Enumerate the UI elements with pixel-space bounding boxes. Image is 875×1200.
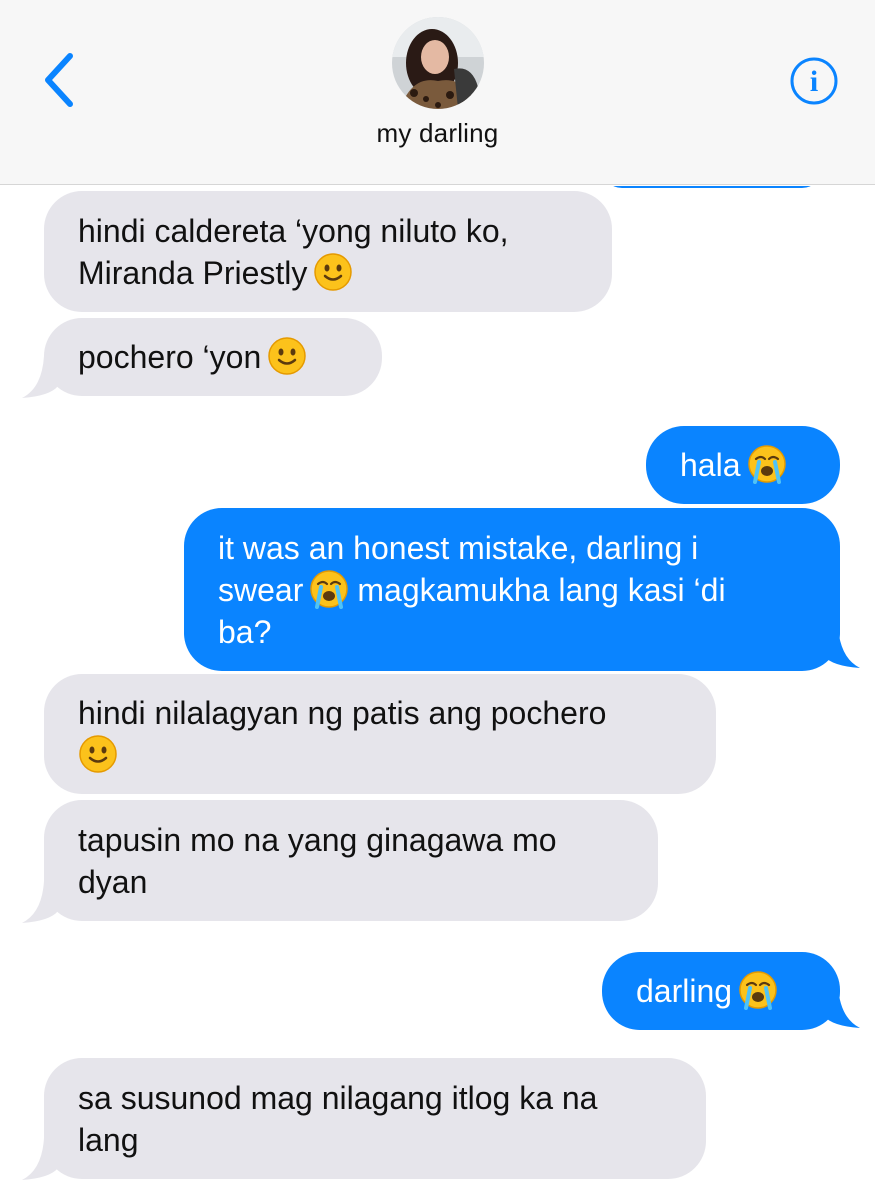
slightly-smiling-face-icon <box>268 337 306 375</box>
back-button[interactable] <box>38 50 82 110</box>
bubble-tail <box>22 881 58 923</box>
slightly-smiling-face-icon <box>79 735 117 773</box>
bubble-tail <box>22 1138 58 1180</box>
bubble-tail <box>824 986 860 1028</box>
partial-sent-bubble <box>602 186 822 188</box>
contact-avatar[interactable] <box>392 17 484 109</box>
message-text: hindi nilalagyan ng patis ang pochero <box>78 692 606 776</box>
sent-message[interactable]: it was an honest mistake, darling i swea… <box>184 508 840 671</box>
message-text: pochero ‘yon <box>78 336 307 378</box>
message-text: darling <box>636 970 778 1012</box>
bubble-tail <box>22 356 58 398</box>
message-text: tapusin mo na yang ginagawa mo dyan <box>78 821 557 900</box>
message-text: sa susunod mag nilagang itlog ka na lang <box>78 1079 598 1158</box>
message-text: hindi caldereta ‘yong niluto ko, Miranda… <box>78 212 509 291</box>
message-text: it was an honest mistake, darling i swea… <box>218 529 726 650</box>
received-message[interactable]: pochero ‘yon <box>44 318 382 396</box>
loudly-crying-face-icon <box>747 445 786 484</box>
loudly-crying-face-icon <box>310 569 349 609</box>
info-button[interactable]: i <box>788 55 840 107</box>
bubble-tail <box>824 626 860 668</box>
received-message[interactable]: hindi nilalagyan ng patis ang pochero <box>44 674 716 794</box>
message-text: hala <box>680 444 787 486</box>
loudly-crying-face-icon <box>739 971 777 1010</box>
sent-message[interactable]: hala <box>646 426 840 504</box>
conversation-header: my darling i <box>0 0 875 185</box>
received-message[interactable]: tapusin mo na yang ginagawa mo dyan <box>44 800 658 921</box>
chevron-left-icon <box>45 53 73 107</box>
contact-name[interactable]: my darling <box>0 118 875 149</box>
info-icon: i <box>790 57 838 105</box>
received-message[interactable]: hindi caldereta ‘yong niluto ko, Miranda… <box>44 191 612 312</box>
received-message[interactable]: sa susunod mag nilagang itlog ka na lang <box>44 1058 706 1179</box>
svg-text:i: i <box>810 65 818 98</box>
sent-message[interactable]: darling <box>602 952 840 1030</box>
slightly-smiling-face-icon <box>314 252 353 291</box>
message-thread[interactable]: hindi caldereta ‘yong niluto ko, Miranda… <box>0 186 875 1200</box>
